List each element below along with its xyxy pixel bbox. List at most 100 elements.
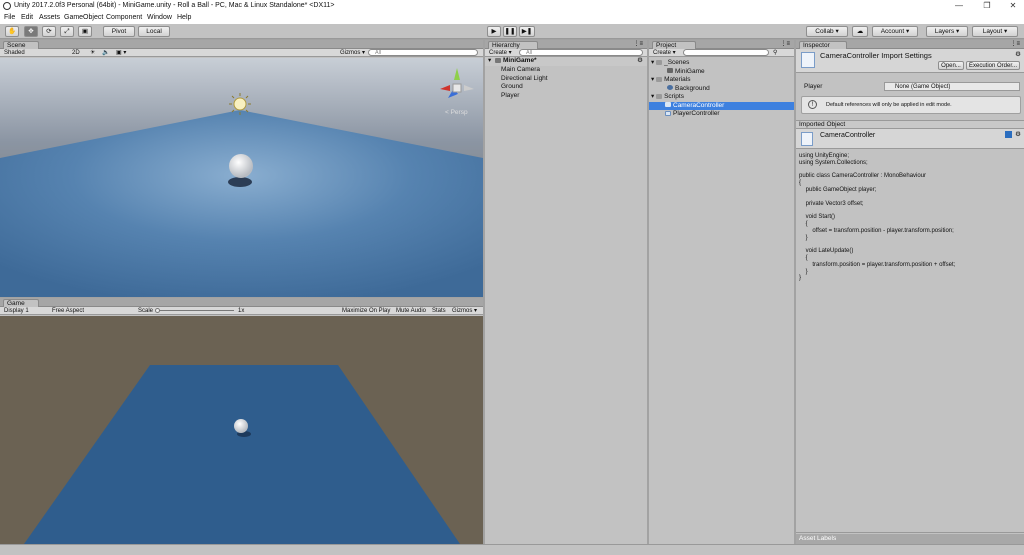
- project-toolbar: Create ▾ ⚲: [649, 49, 794, 57]
- layout-dropdown[interactable]: Layout ▾: [972, 26, 1018, 37]
- aspect-dropdown[interactable]: Free Aspect: [52, 307, 84, 315]
- play-button[interactable]: ▶: [487, 26, 501, 37]
- move-tool-icon[interactable]: ✥: [24, 26, 38, 37]
- project-folder-scripts[interactable]: ▾ Scripts: [651, 93, 684, 102]
- project-search-input[interactable]: [683, 49, 769, 56]
- player-field-row: Player None (Game Object): [796, 82, 1024, 91]
- folder-icon: [656, 93, 663, 99]
- scene-options-icon[interactable]: ⚙: [637, 57, 643, 66]
- effects-dropdown[interactable]: ▣ ▾: [116, 49, 126, 57]
- scene-search-input[interactable]: All: [368, 49, 478, 56]
- minimize-button[interactable]: —: [950, 0, 968, 12]
- expand-arrow-icon[interactable]: ▾: [488, 57, 491, 66]
- hierarchy-scene-row[interactable]: ▾ MiniGame* ⚙: [485, 57, 647, 66]
- tab-scene[interactable]: Scene: [3, 41, 39, 49]
- menu-assets[interactable]: Assets: [39, 12, 60, 24]
- local-toggle[interactable]: Local: [138, 26, 170, 37]
- open-button[interactable]: Open...: [938, 61, 964, 70]
- project-folder-scenes[interactable]: ▾ _Scenes: [651, 59, 689, 68]
- scale-slider-thumb[interactable]: [155, 308, 160, 313]
- scale-value: 1x: [238, 308, 245, 314]
- layers-dropdown[interactable]: Layers ▾: [926, 26, 968, 37]
- execution-order-button[interactable]: Execution Order...: [966, 61, 1020, 70]
- stats-toggle[interactable]: Stats: [432, 307, 446, 315]
- tab-hierarchy[interactable]: Hierarchy: [488, 41, 538, 49]
- display-dropdown[interactable]: Display 1: [4, 307, 29, 315]
- hierarchy-item-ground[interactable]: Ground: [501, 83, 523, 92]
- panel-menu-icon[interactable]: ⋮≡: [1010, 40, 1020, 47]
- menu-bar: File Edit Assets GameObject Component Wi…: [0, 12, 1024, 24]
- project-panel: Project ⋮≡ Create ▾ ⚲ ▾ _Scenes MiniGame…: [649, 40, 794, 544]
- close-button[interactable]: ✕: [1004, 0, 1022, 12]
- info-message: Default references will only be applied …: [826, 102, 952, 108]
- game-gizmos-dropdown[interactable]: Gizmos ▾: [452, 307, 477, 315]
- game-viewport[interactable]: [0, 316, 483, 544]
- game-panel: Game Display 1 Free Aspect Scale 1x Maxi…: [0, 298, 483, 544]
- status-bar: [0, 544, 1024, 555]
- inspector-settings-icon[interactable]: ⚙: [1015, 50, 1021, 58]
- inspector-header: CameraController Import Settings ⚙ Open.…: [796, 49, 1024, 73]
- object-settings-icon[interactable]: ⚙: [1015, 130, 1021, 138]
- menu-gameobject[interactable]: GameObject: [64, 12, 103, 24]
- game-tabstrip: Game: [0, 298, 483, 307]
- project-create-dropdown[interactable]: Create ▾: [653, 49, 676, 57]
- hierarchy-item-player[interactable]: Player: [501, 92, 519, 101]
- cloud-icon[interactable]: ☁: [852, 26, 868, 37]
- maximize-button[interactable]: ❐: [978, 0, 996, 12]
- scale-tool-icon[interactable]: ⤢: [60, 26, 74, 37]
- player-object-field[interactable]: None (Game Object): [884, 82, 1020, 91]
- hierarchy-list: Main Camera Directional Light Ground Pla…: [485, 66, 647, 106]
- project-item-background[interactable]: Background: [667, 85, 710, 94]
- hierarchy-item-main-camera[interactable]: Main Camera: [501, 66, 540, 75]
- audio-toggle-icon[interactable]: 🔈: [102, 49, 109, 57]
- pivot-toggle[interactable]: Pivot: [103, 26, 135, 37]
- reference-icon[interactable]: [1005, 131, 1012, 138]
- hand-tool-icon[interactable]: ✋: [5, 26, 19, 37]
- panel-menu-icon[interactable]: ⋮≡: [780, 40, 790, 47]
- account-dropdown[interactable]: Account ▾: [872, 26, 918, 37]
- title-bar: Unity 2017.2.0f3 Personal (64bit) - Mini…: [0, 0, 1024, 12]
- 2d-toggle[interactable]: 2D: [72, 49, 80, 57]
- rotate-tool-icon[interactable]: ⟳: [42, 26, 56, 37]
- menu-edit[interactable]: Edit: [21, 12, 33, 24]
- scene-viewport[interactable]: < Persp: [0, 58, 483, 297]
- tab-game[interactable]: Game: [3, 299, 39, 307]
- menu-component[interactable]: Component: [106, 12, 142, 24]
- player-ball[interactable]: [229, 154, 253, 178]
- project-item-cameracontroller[interactable]: CameraController: [649, 101, 794, 110]
- asset-labels-bar: Asset Labels: [796, 534, 1024, 544]
- panel-menu-icon[interactable]: ⋮≡: [633, 40, 643, 47]
- imported-object-header: Imported Object: [796, 120, 1024, 129]
- scale-slider[interactable]: [156, 310, 234, 311]
- light-toggle-icon[interactable]: ☀: [90, 49, 95, 57]
- hierarchy-search-input[interactable]: All: [519, 49, 643, 56]
- pause-button[interactable]: ❚❚: [503, 26, 517, 37]
- shading-dropdown[interactable]: Shaded: [4, 49, 25, 57]
- hierarchy-toolbar: Create ▾ All: [485, 49, 647, 57]
- csharp-file-icon: [801, 132, 813, 146]
- collab-dropdown[interactable]: Collab ▾: [806, 26, 848, 37]
- mute-audio-toggle[interactable]: Mute Audio: [396, 307, 426, 315]
- tab-project[interactable]: Project: [652, 41, 696, 49]
- project-item-minigame[interactable]: MiniGame: [667, 68, 705, 77]
- info-box: ! Default references will only be applie…: [801, 96, 1021, 114]
- scene-gizmos-dropdown[interactable]: Gizmos ▾: [340, 49, 365, 57]
- menu-file[interactable]: File: [4, 12, 15, 24]
- rect-tool-icon[interactable]: ▣: [78, 26, 92, 37]
- inspector-title: CameraController Import Settings: [820, 51, 932, 60]
- maximize-on-play-toggle[interactable]: Maximize On Play: [342, 307, 390, 315]
- filter-icon[interactable]: ⚲: [773, 49, 777, 57]
- tab-inspector[interactable]: Inspector: [799, 41, 847, 49]
- hierarchy-create-dropdown[interactable]: Create ▾: [489, 49, 512, 57]
- menu-help[interactable]: Help: [177, 12, 191, 24]
- imported-object-name: CameraController: [820, 132, 876, 139]
- info-icon: !: [808, 100, 817, 109]
- projection-label[interactable]: < Persp: [445, 109, 468, 116]
- menu-window[interactable]: Window: [147, 12, 172, 24]
- step-button[interactable]: ▶❚: [519, 26, 535, 37]
- hierarchy-item-directional-light[interactable]: Directional Light: [501, 75, 548, 84]
- inspector-panel: Inspector ⋮≡ CameraController Import Set…: [796, 40, 1024, 544]
- project-item-playercontroller[interactable]: PlayerController: [665, 110, 720, 119]
- project-folder-materials[interactable]: ▾ Materials: [651, 76, 690, 85]
- main-toolbar: ✋ ✥ ⟳ ⤢ ▣ Pivot Local ▶ ❚❚ ▶❚ Collab ▾ ☁…: [0, 24, 1024, 39]
